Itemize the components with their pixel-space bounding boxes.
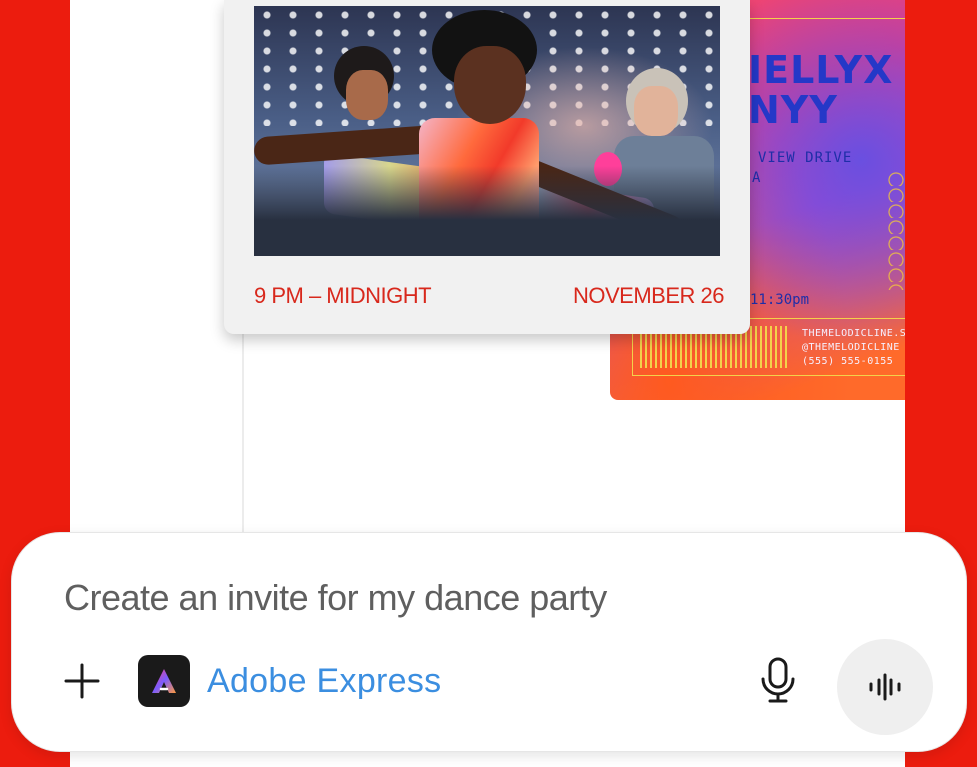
voice-mode-button[interactable]: [837, 639, 933, 735]
adobe-express-app-chip[interactable]: Adobe Express: [138, 655, 441, 707]
add-attachment-button[interactable]: [60, 659, 104, 703]
microphone-icon: [761, 657, 795, 703]
party-photo: [254, 6, 720, 256]
adobe-express-icon: [138, 655, 190, 707]
plus-icon: [64, 663, 100, 699]
flyer-contact-website: THEMELODICLINE.S: [802, 328, 905, 339]
friend-left-face: [346, 70, 388, 120]
flyer-time: 11:30pm: [750, 292, 810, 308]
flyer-address-line2: A: [752, 170, 761, 186]
voice-waveform-icon: [869, 673, 901, 701]
prompt-input[interactable]: Create an invite for my dance party: [64, 577, 607, 619]
crowd-shadow: [254, 166, 720, 256]
flyer-contact-phone: (555) 555-0155: [802, 356, 894, 367]
flyer-address: VIEW DRIVE: [758, 150, 853, 166]
divider: [242, 330, 244, 550]
dictation-button[interactable]: [754, 655, 802, 707]
flyer-rings-decoration: [886, 170, 905, 290]
flyer-contact-handle: @THEMELODICLINE: [802, 342, 900, 353]
invite-date: NOVEMBER 26: [573, 283, 725, 308]
dancer-face: [454, 46, 526, 124]
app-chip-label: Adobe Express: [207, 661, 442, 700]
invite-card[interactable]: 9 PM – MIDNIGHT NOVEMBER 26: [224, 0, 750, 334]
chat-composer: Create an invite for my dance party Adob…: [12, 533, 966, 751]
flyer-title-line2: NYY: [748, 88, 838, 132]
invite-time: 9 PM – MIDNIGHT: [254, 283, 432, 308]
flyer-title-line1: IELLYX: [748, 48, 894, 92]
friend-right-face: [634, 86, 678, 136]
